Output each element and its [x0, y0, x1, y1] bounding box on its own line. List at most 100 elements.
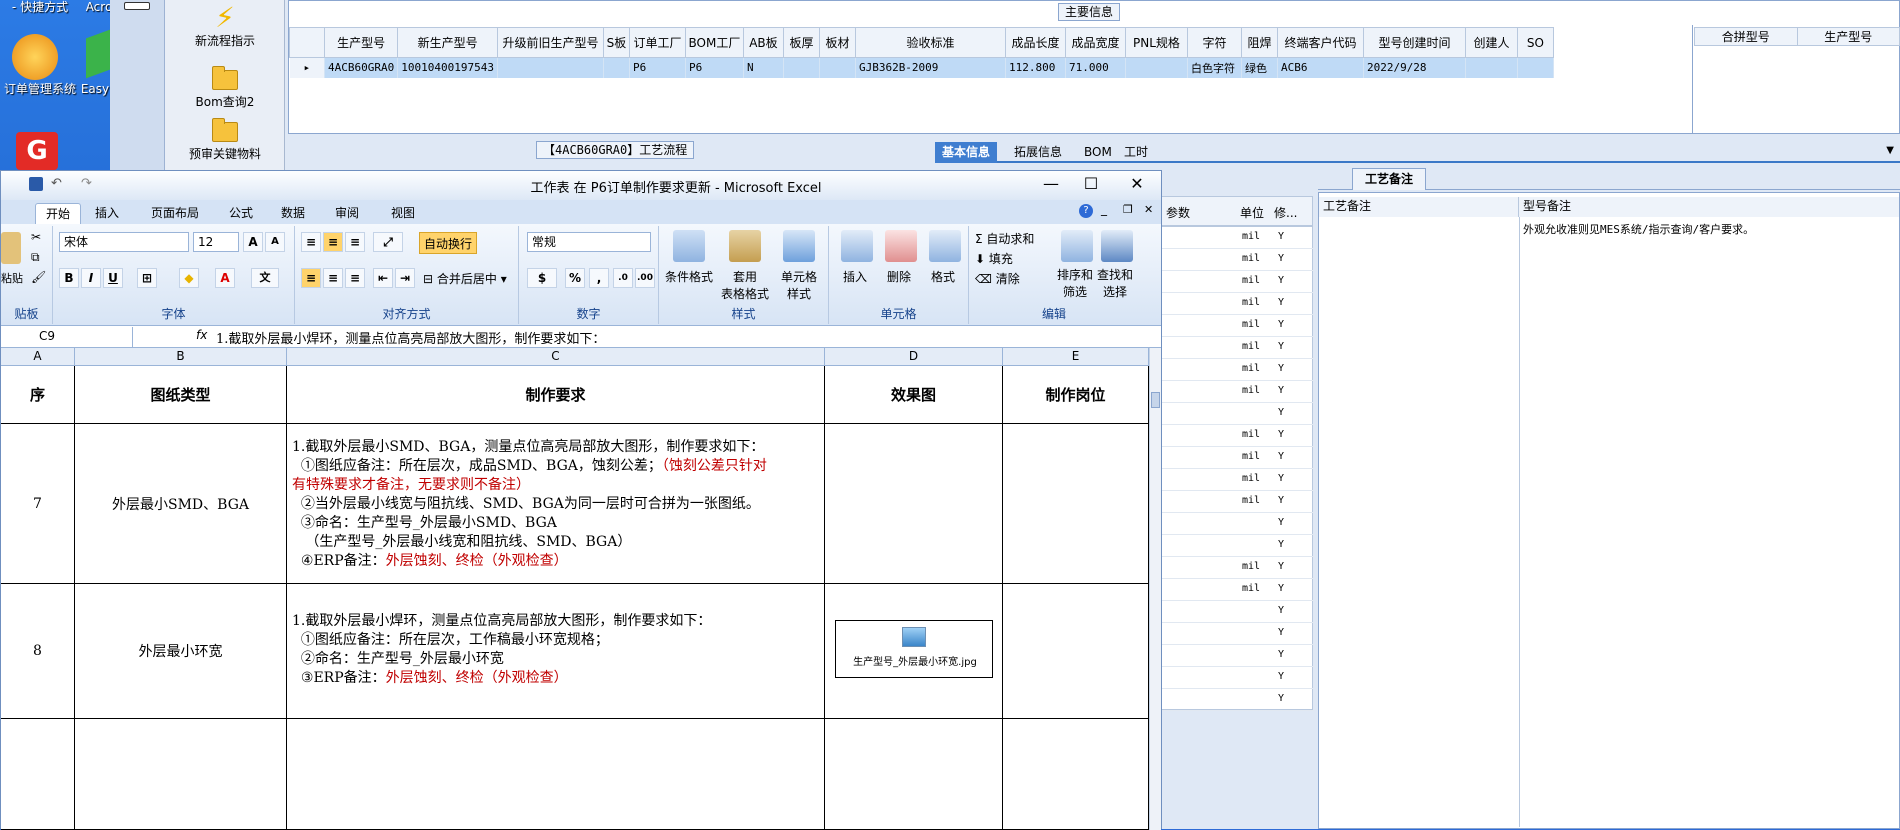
grow-font-button[interactable]: A [243, 232, 263, 252]
number-format-select[interactable]: 常规 [527, 232, 651, 252]
main-cell[interactable] [1517, 57, 1554, 78]
param-col-header[interactable]: 参数 [1166, 204, 1190, 221]
main-col-header[interactable]: 板厚 [782, 27, 820, 58]
param-row[interactable]: mil Y [1156, 381, 1314, 403]
paste-icon[interactable] [1, 232, 21, 264]
formula-input[interactable]: 1.截取外层最小焊环，测量点位高亮局部放大图形，制作要求如下： [216, 328, 605, 347]
main-cell[interactable] [1125, 57, 1188, 78]
model-remark-text[interactable]: 外观允收准则见MES系统/指示查询/客户要求。 [1523, 221, 1754, 237]
empty-cell[interactable] [1, 719, 75, 830]
conditional-format-button[interactable]: 条件格式 [661, 268, 717, 285]
drawing-type-cell[interactable]: 外层最小环宽 [75, 584, 287, 719]
ribbon-tab[interactable]: 审阅 [325, 203, 369, 224]
table-format-button[interactable]: 套用 表格格式 [715, 268, 775, 302]
param-row[interactable]: Y [1156, 403, 1314, 425]
small-icon[interactable] [124, 2, 150, 10]
ribbon-minimize-icon[interactable]: _ [1101, 202, 1107, 216]
main-cell[interactable]: N [743, 57, 784, 78]
ribbon-tab[interactable]: 插入 [85, 203, 129, 224]
param-row[interactable]: Y [1156, 689, 1314, 711]
tab-process-remark[interactable]: 工艺备注 [1352, 168, 1427, 190]
fx-icon[interactable]: fx [196, 328, 207, 342]
font-color-icon[interactable]: A [215, 268, 235, 288]
column-header[interactable]: D [825, 348, 1003, 366]
column-header[interactable]: E [1003, 348, 1149, 366]
find-select-icon[interactable] [1101, 230, 1133, 262]
main-cell[interactable]: 4ACB60GRA0 [324, 57, 399, 78]
main-cell[interactable]: 112.800 [1005, 57, 1066, 78]
param-row[interactable]: mil Y [1156, 491, 1314, 513]
main-cell[interactable]: 71.000 [1065, 57, 1126, 78]
main-cell[interactable]: GJB362B-2009 [855, 57, 1006, 78]
ribbon-close-icon[interactable]: ✕ [1144, 203, 1153, 216]
main-cell[interactable] [603, 57, 630, 78]
main-col-header[interactable]: 板材 [818, 27, 856, 58]
drawing-type-cell[interactable]: 外层最小SMD、BGA [75, 424, 287, 584]
nav-item-bom-query[interactable]: Bom查询2 [165, 66, 285, 110]
vertical-scrollbar[interactable] [1149, 348, 1161, 830]
tab-hours[interactable]: 工时 [1117, 142, 1155, 163]
close-button[interactable]: ✕ [1117, 173, 1157, 197]
param-row[interactable]: Y [1156, 535, 1314, 557]
currency-icon[interactable]: $ [527, 268, 557, 288]
align-right-icon[interactable]: ≡ [345, 268, 365, 288]
g-app-icon[interactable]: G [16, 132, 58, 170]
param-row[interactable]: Y [1156, 623, 1314, 645]
param-row[interactable]: Y [1156, 645, 1314, 667]
param-row[interactable]: mil Y [1156, 425, 1314, 447]
ribbon-tab[interactable]: 公式 [219, 203, 263, 224]
paste-button[interactable]: 粘贴 [1, 270, 23, 286]
empty-cell[interactable] [1003, 719, 1149, 830]
easy-app-label[interactable]: Easy [80, 82, 110, 96]
dropdown-icon[interactable]: ▼ [1886, 145, 1894, 156]
param-row[interactable]: mil Y [1156, 447, 1314, 469]
maximize-button[interactable]: ☐ [1071, 173, 1111, 197]
main-col-header[interactable]: 阻焊 [1240, 27, 1278, 58]
param-row[interactable]: mil Y [1156, 227, 1314, 249]
nav-item-new-process[interactable]: ⚡ 新流程指示 [165, 4, 285, 49]
param-row[interactable]: mil Y [1156, 337, 1314, 359]
ribbon-restore-icon[interactable]: ❐ [1123, 203, 1133, 216]
copy-icon[interactable]: ⧉ [31, 250, 40, 265]
main-cell[interactable]: ACB6 [1277, 57, 1364, 78]
easy-app-icon[interactable] [86, 29, 110, 79]
bold-button[interactable]: B [59, 268, 79, 288]
row-number-cell[interactable]: 8 [1, 584, 75, 719]
model-remark-col-header[interactable]: 型号备注 [1519, 197, 1899, 217]
main-col-header[interactable]: 成品长度 [1004, 27, 1066, 58]
tab-bom[interactable]: BOM [1077, 142, 1119, 163]
empty-cell[interactable] [287, 719, 825, 830]
wrap-text-button[interactable]: 自动换行 [419, 232, 478, 254]
decrease-decimal-icon[interactable]: .00 [635, 268, 655, 288]
main-col-header[interactable]: PNL规格 [1124, 27, 1188, 58]
insert-cells-icon[interactable] [841, 230, 873, 262]
ribbon-tab[interactable]: 视图 [381, 203, 425, 224]
main-col-header[interactable]: 新生产型号 [397, 27, 498, 58]
param-row[interactable]: Y [1156, 601, 1314, 623]
unit-col-header[interactable]: 单位 [1240, 204, 1264, 221]
empty-cell[interactable] [825, 719, 1003, 830]
main-cell[interactable]: 2022/9/28 [1363, 57, 1466, 78]
find-select-button[interactable]: 查找和 选择 [1097, 266, 1133, 300]
param-row[interactable]: mil Y [1156, 469, 1314, 491]
main-col-header[interactable]: 型号创建时间 [1362, 27, 1466, 58]
increase-indent-icon[interactable]: ⇥ [395, 268, 415, 288]
main-col-header[interactable]: 终端客户代码 [1276, 27, 1364, 58]
tab-extended-info[interactable]: 拓展信息 [1007, 142, 1069, 163]
comma-icon[interactable]: , [589, 268, 609, 288]
param-row[interactable]: Y [1156, 513, 1314, 535]
sort-filter-button[interactable]: 排序和 筛选 [1057, 266, 1093, 300]
delete-button[interactable]: 删除 [887, 268, 911, 285]
header-cell[interactable]: 效果图 [825, 366, 1003, 424]
header-cell[interactable]: 制作岗位 [1003, 366, 1149, 424]
name-box[interactable]: C9 [1, 327, 133, 347]
format-button[interactable]: 格式 [931, 268, 955, 285]
decrease-indent-icon[interactable]: ⇤ [373, 268, 393, 288]
main-cell[interactable]: 白色字符 [1187, 57, 1242, 78]
sort-filter-icon[interactable] [1061, 230, 1093, 262]
scrollbar-thumb[interactable] [1151, 392, 1160, 408]
position-cell[interactable] [1003, 584, 1149, 719]
border-icon[interactable]: ⊞ [137, 268, 157, 288]
modify-col-header[interactable]: 修... [1274, 204, 1297, 221]
param-row[interactable]: mil Y [1156, 557, 1314, 579]
